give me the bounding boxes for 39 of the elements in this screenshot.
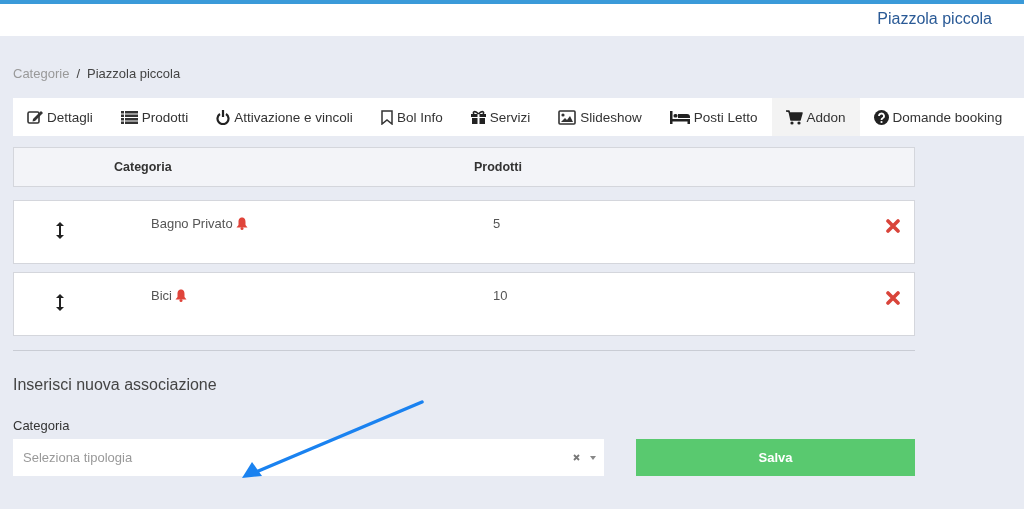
table-cell: Bagno Privato: [151, 216, 233, 231]
breadcrumb-separator: /: [76, 65, 80, 81]
column-header: Prodotti: [474, 160, 522, 174]
tab[interactable]: Domande booking: [859, 98, 1017, 136]
edit-icon: [27, 110, 43, 124]
image-icon: [558, 109, 577, 125]
bookmark-icon: [380, 109, 393, 125]
table-cell: Bici: [151, 288, 172, 303]
clear-icon[interactable]: [573, 454, 580, 461]
drag-handle-icon[interactable]: [56, 294, 64, 311]
tab[interactable]: Bol Info: [366, 98, 457, 136]
table-cell-text: 10: [493, 287, 509, 303]
tab[interactable]: Addon: [771, 98, 860, 136]
bed-icon: [669, 110, 690, 124]
power-icon: [216, 109, 231, 125]
column-header: Categoria: [114, 160, 173, 174]
tab[interactable]: Dettagli: [13, 98, 107, 136]
category-select[interactable]: Seleziona tipologia: [13, 439, 604, 476]
table-cell-text: 5: [493, 215, 502, 231]
bell-icon: [235, 217, 248, 230]
cart-icon: [785, 109, 803, 125]
bell-icon: [174, 289, 187, 302]
tab[interactable]: Attivazione e vincoli: [202, 98, 367, 136]
delete-icon[interactable]: [886, 291, 900, 305]
section-heading: Inserisci nuova associazione: [13, 376, 218, 394]
gift-icon: [470, 110, 486, 124]
breadcrumb-current: Piazzola piccola: [87, 65, 181, 81]
tab[interactable]: Servizi: [456, 98, 545, 136]
help-icon: [873, 109, 889, 125]
tab[interactable]: Slideshow: [544, 98, 656, 136]
page-title: Piazzola piccola: [877, 9, 992, 28]
tab[interactable]: Prodotti: [106, 98, 203, 136]
caret-icon[interactable]: [590, 455, 596, 460]
field-label: Categoria: [13, 418, 71, 433]
tab[interactable]: Posti Letto: [655, 98, 772, 136]
list-icon: [120, 110, 138, 124]
delete-icon[interactable]: [886, 219, 900, 233]
drag-handle-icon[interactable]: [56, 222, 64, 239]
select-input[interactable]: Seleziona tipologia: [21, 449, 573, 466]
